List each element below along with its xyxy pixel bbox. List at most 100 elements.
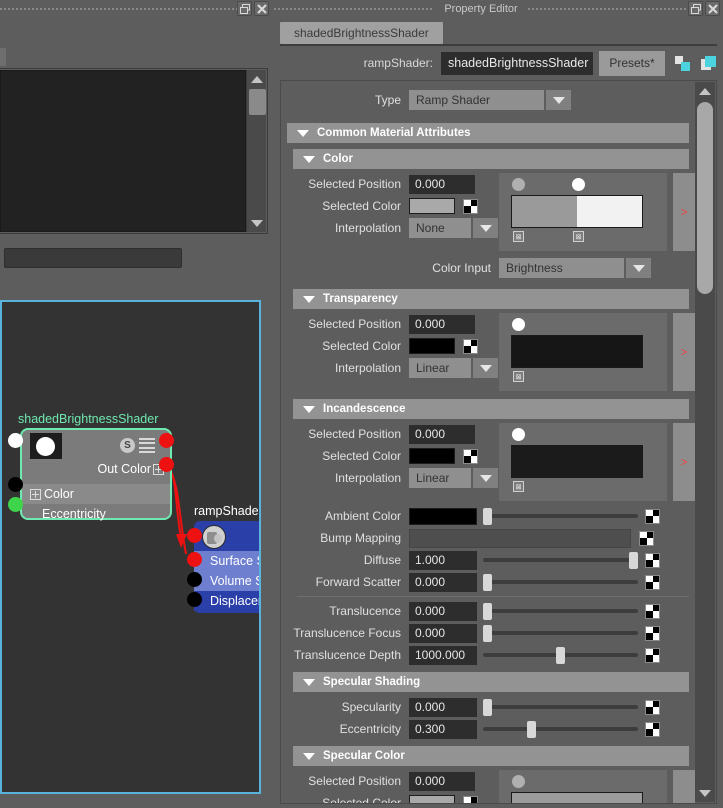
slider-handle[interactable] <box>483 698 492 716</box>
incandescence-selected-color-swatch[interactable] <box>409 448 455 464</box>
close-icon[interactable] <box>705 1 720 16</box>
node-rampshader[interactable]: Surface S Volume S Displacem <box>194 521 259 613</box>
color-ramp-widget[interactable]: ⊠ ⊠ <box>499 173 667 251</box>
incandescence-ramp-expand-button[interactable]: > <box>673 423 695 501</box>
ramp-marker-0[interactable] <box>512 318 525 331</box>
property-editor-scroll-thumb[interactable] <box>697 102 713 294</box>
ramp-foot-1[interactable]: ⊠ <box>573 231 584 242</box>
color-selected-position-input[interactable]: 0.000 <box>409 174 475 194</box>
texture-map-icon[interactable] <box>463 795 478 803</box>
ramp-stop-0[interactable] <box>512 196 577 227</box>
slider-handle[interactable] <box>527 720 536 738</box>
color-selected-color-swatch[interactable] <box>409 198 455 214</box>
output-connection-icon[interactable] <box>700 55 717 72</box>
slider-handle[interactable] <box>483 602 492 620</box>
slider-handle[interactable] <box>483 507 492 525</box>
slider-handle[interactable] <box>556 646 565 664</box>
transparency-ramp-expand-button[interactable]: > <box>673 313 695 391</box>
color-input-select[interactable]: Brightness <box>499 258 624 278</box>
color-ramp-expand-button[interactable]: > <box>673 173 695 251</box>
incandescence-interpolation-select[interactable]: Linear <box>409 468 471 488</box>
chevron-down-icon[interactable] <box>473 358 498 378</box>
ramp-marker-1[interactable] <box>572 178 585 191</box>
node2-port-displacement[interactable] <box>187 592 202 607</box>
material-slider-value-input[interactable]: 0.000 <box>409 601 477 621</box>
incandescence-selected-position-input[interactable]: 0.000 <box>409 424 475 444</box>
node2-port-surface-shader[interactable] <box>187 552 202 567</box>
material-slider-value-input[interactable]: 1000.000 <box>409 645 477 665</box>
slider-handle[interactable] <box>629 551 638 569</box>
transparency-ramp-strip[interactable] <box>511 335 643 368</box>
specular-color-ramp-expand-button[interactable]: > <box>673 770 695 803</box>
property-editor-scrollbar[interactable] <box>695 82 715 802</box>
node-port-out-top[interactable] <box>159 433 174 448</box>
texture-map-icon[interactable] <box>463 198 478 214</box>
specular-selected-color-swatch[interactable] <box>409 795 455 803</box>
close-icon[interactable] <box>254 1 269 16</box>
left-panel-list[interactable] <box>0 70 246 232</box>
texture-map-icon[interactable] <box>645 647 660 663</box>
slider-track[interactable] <box>483 558 638 562</box>
slider-track[interactable] <box>483 631 638 635</box>
material-slider-slider[interactable] <box>483 507 638 525</box>
node-port-top-left[interactable] <box>8 433 23 448</box>
ramp-marker-0[interactable] <box>512 775 525 788</box>
node-shadedbrightnessshader[interactable]: S Out Color Color Eccentricity <box>20 428 172 521</box>
node-out-color-row[interactable]: Out Color <box>22 462 170 484</box>
drag-handle-dots-right[interactable] <box>527 0 688 17</box>
slider-handle[interactable] <box>483 573 492 591</box>
specular-slider-slider[interactable] <box>483 720 638 738</box>
material-slider-value-input[interactable]: 0.000 <box>409 623 477 643</box>
node-swatch[interactable] <box>30 433 62 459</box>
texture-map-icon[interactable] <box>463 338 478 354</box>
node-row-eccentricity[interactable]: Eccentricity <box>22 504 170 524</box>
presets-button[interactable]: Presets* <box>599 50 665 76</box>
left-panel-scrollbar[interactable] <box>246 70 266 232</box>
node-port-out-color[interactable] <box>159 457 174 472</box>
left-panel-tab-stub[interactable] <box>0 48 6 66</box>
transparency-selected-position-input[interactable]: 0.000 <box>409 314 475 334</box>
color-interpolation-select[interactable]: None <box>409 218 471 238</box>
expand-plus-icon[interactable] <box>30 488 41 500</box>
texture-map-icon[interactable] <box>645 721 660 737</box>
node-row-color[interactable]: Color <box>22 484 170 504</box>
transparency-selected-color-swatch[interactable] <box>409 338 455 354</box>
texture-map-icon[interactable] <box>645 603 660 619</box>
section-common-material-attributes[interactable]: Common Material Attributes <box>287 123 689 143</box>
chevron-down-icon[interactable] <box>473 218 498 238</box>
specular-color-ramp-widget[interactable]: ⊠ <box>499 770 667 803</box>
material-slider-color-swatch[interactable] <box>409 507 477 525</box>
node-graph-canvas[interactable]: shadedBrightnessShader S Out Color Color… <box>2 302 259 792</box>
texture-map-icon[interactable] <box>463 448 478 464</box>
ramp-stop-0[interactable] <box>512 446 642 477</box>
shading-group-icon[interactable] <box>202 525 226 549</box>
left-panel-text-field[interactable] <box>4 248 182 268</box>
chevron-down-icon[interactable] <box>546 90 571 110</box>
transparency-interpolation-select[interactable]: Linear <box>409 358 471 378</box>
texture-map-icon[interactable] <box>645 574 660 590</box>
material-slider-slider[interactable] <box>483 602 638 620</box>
texture-map-icon[interactable] <box>645 625 660 641</box>
ramp-foot-0[interactable]: ⊠ <box>513 231 524 242</box>
ramp-foot-0[interactable]: ⊠ <box>513 371 524 382</box>
slider-track[interactable] <box>483 705 638 709</box>
slider-track[interactable] <box>483 514 638 518</box>
chevron-down-icon[interactable] <box>473 468 498 488</box>
section-incandescence[interactable]: Incandescence <box>293 399 689 419</box>
material-slider-slider[interactable] <box>483 646 638 664</box>
section-specular-shading[interactable]: Specular Shading <box>293 672 689 692</box>
chevron-down-icon[interactable] <box>626 258 651 278</box>
material-slider-wide-field[interactable] <box>409 528 631 548</box>
node2-row-displacement[interactable]: Displacem <box>194 591 259 611</box>
ramp-stop-1[interactable] <box>577 196 642 227</box>
drag-handle-dots-left[interactable] <box>274 0 435 17</box>
input-connection-icon[interactable] <box>674 55 691 72</box>
ramp-stop-0[interactable] <box>512 336 642 367</box>
material-slider-value-input[interactable]: 1.000 <box>409 550 477 570</box>
slider-handle[interactable] <box>483 624 492 642</box>
section-transparency[interactable]: Transparency <box>293 289 689 309</box>
specular-ramp-strip[interactable] <box>511 792 643 803</box>
slider-track[interactable] <box>483 580 638 584</box>
restore-icon[interactable] <box>237 1 252 16</box>
node2-port-volume-shader[interactable] <box>187 572 202 587</box>
